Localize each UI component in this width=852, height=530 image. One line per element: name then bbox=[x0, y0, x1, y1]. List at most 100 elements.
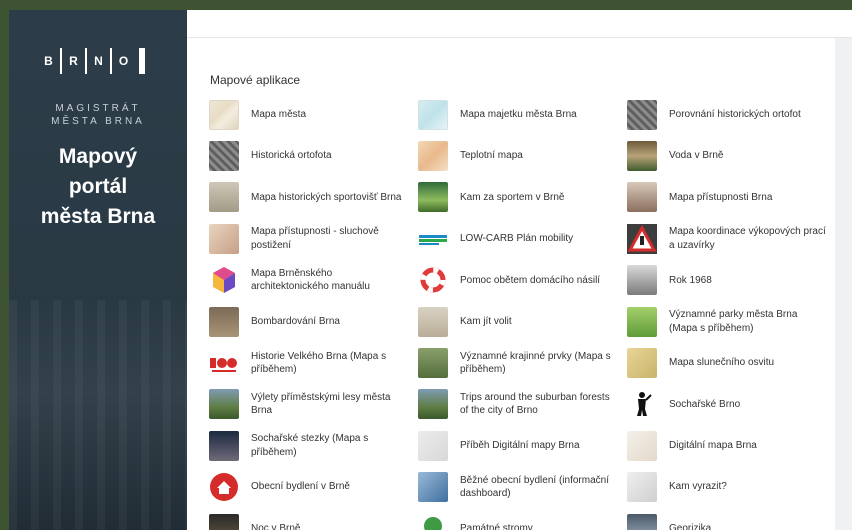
scrollbar[interactable] bbox=[835, 38, 852, 530]
app-label: Mapa slunečního osvitu bbox=[669, 357, 775, 369]
app-label: Mapa přístupnosti - sluchově postižení bbox=[251, 226, 379, 251]
app-label: Historie Velkého Brna (Mapa s příběhem) bbox=[251, 350, 387, 376]
ruins-thumb bbox=[209, 306, 239, 337]
logo-letter-o: O bbox=[118, 54, 129, 68]
dashboard-thumb bbox=[418, 472, 448, 503]
app-label: Sochařské stezky (Mapa s příběhem) bbox=[251, 433, 369, 458]
app-tile[interactable]: Historická ortofota bbox=[209, 135, 418, 176]
app-tile[interactable]: Digitální mapa Brna bbox=[627, 425, 836, 466]
statue-thumb bbox=[627, 389, 657, 420]
app-label: Digitální mapa Brna bbox=[669, 440, 757, 452]
app-tile[interactable]: Výlety příměstskými lesy města Brna bbox=[209, 384, 418, 425]
app-label: Sochařské Brno bbox=[669, 398, 741, 410]
app-tile[interactable]: Památné stromy bbox=[418, 508, 627, 530]
app-label: Mapa Brněnského architektonického manuál… bbox=[251, 267, 370, 293]
app-tile[interactable]: Příběh Digitální mapy Brna bbox=[418, 425, 627, 466]
night-statue-thumb bbox=[209, 430, 239, 461]
app-tile[interactable]: Mapa majetku města Brna bbox=[418, 94, 627, 135]
app-tile[interactable]: Mapa slunečního osvitu bbox=[627, 342, 836, 383]
app-tile[interactable]: Teplotní mapa bbox=[418, 135, 627, 176]
app-label: Památné stromy bbox=[460, 522, 533, 530]
app-tile[interactable]: Běžné obecní bydlení (informační dashboa… bbox=[418, 467, 627, 508]
app-label: Výlety příměstskými lesy města Brna bbox=[251, 391, 391, 417]
bam-hexagon-thumb bbox=[209, 265, 239, 296]
geo-thumb bbox=[627, 513, 657, 530]
app-label: Významné parky města Brna (Mapa s příběh… bbox=[669, 309, 798, 334]
ortho-thumb bbox=[209, 141, 239, 172]
app-label: Obecní bydlení v Brně bbox=[251, 481, 350, 493]
app-label: Příběh Digitální mapy Brna bbox=[460, 440, 580, 452]
app-tile[interactable]: Rok 1968 bbox=[627, 260, 836, 301]
house-icon-thumb bbox=[209, 472, 239, 503]
brno-logo[interactable]: B R N O bbox=[37, 48, 145, 74]
app-label: Noc v Brně bbox=[251, 522, 301, 530]
lowcarb-logo-thumb bbox=[418, 223, 448, 254]
app-tile[interactable]: Mapa Brněnského architektonického manuál… bbox=[209, 260, 418, 301]
app-tile[interactable]: Pomoc obětem domácího násilí bbox=[418, 260, 627, 301]
digital-map-thumb bbox=[627, 430, 657, 461]
app-tile[interactable]: Bombardování Brna bbox=[209, 301, 418, 342]
app-label: Mapa majetku města Brna bbox=[460, 108, 577, 120]
app-tile[interactable]: Mapa přístupnosti - sluchově postižení bbox=[209, 218, 418, 259]
app-tile[interactable]: Historie Velkého Brna (Mapa s příběhem) bbox=[209, 342, 418, 383]
map-thumb bbox=[209, 99, 239, 130]
stadium-thumb bbox=[209, 182, 239, 213]
ortho-thumb bbox=[627, 99, 657, 130]
apps-grid: Mapa města Mapa majetku města Brna Porov… bbox=[209, 94, 836, 530]
app-tile[interactable]: Kam jít volit bbox=[418, 301, 627, 342]
section-title: Mapové aplikace bbox=[210, 73, 301, 87]
app-tile[interactable]: Kam vyrazit? bbox=[627, 467, 836, 508]
app-tile[interactable]: Trips around the suburban forests of the… bbox=[418, 384, 627, 425]
app-tile[interactable]: Porovnání historických ortofot bbox=[627, 94, 836, 135]
portal-title: Mapový portál města Brna bbox=[40, 145, 156, 228]
app-label: Kam vyrazit? bbox=[669, 481, 727, 493]
person-thumb bbox=[627, 182, 657, 213]
app-tile[interactable]: Sochařské stezky (Mapa s příběhem) bbox=[209, 425, 418, 466]
app-tile[interactable]: Významné parky města Brna (Mapa s příběh… bbox=[627, 301, 836, 342]
app-label: Mapa přístupnosti Brna bbox=[669, 191, 773, 203]
forest-thumb bbox=[209, 389, 239, 420]
app-tile[interactable]: Noc v Brně bbox=[209, 508, 418, 530]
app-tile[interactable]: Georizika bbox=[627, 508, 836, 530]
app-label: Kam za sportem v Brně bbox=[460, 191, 565, 203]
river-thumb bbox=[418, 348, 448, 379]
main-content: Mapové aplikace Mapa města Mapa majetku … bbox=[187, 38, 835, 530]
app-label: Významné krajinné prvky (Mapa s příběhem… bbox=[460, 350, 611, 376]
app-tile[interactable]: Sochařské Brno bbox=[627, 384, 836, 425]
magistrat-label: MAGISTRÁT MĚSTA BRNA bbox=[51, 103, 145, 127]
sport-thumb bbox=[418, 182, 448, 213]
app-label: Bombardování Brna bbox=[251, 315, 340, 327]
ballot-thumb bbox=[418, 306, 448, 337]
app-tile[interactable]: Mapa města bbox=[209, 94, 418, 135]
app-tile[interactable]: Mapa koordinace výkopových prací a uzaví… bbox=[627, 218, 836, 259]
lifebuoy-thumb bbox=[418, 265, 448, 296]
app-tile[interactable]: Mapa historických sportovišť Brna bbox=[209, 177, 418, 218]
app-tile[interactable]: LOW-CARB Plán mobility bbox=[418, 218, 627, 259]
logo-letter-n: N bbox=[94, 54, 103, 68]
tree-thumb bbox=[418, 513, 448, 530]
app-tile[interactable]: Kam za sportem v Brně bbox=[418, 177, 627, 218]
app-label: Trips around the suburban forests of the… bbox=[460, 391, 610, 417]
old-photo-thumb bbox=[627, 265, 657, 296]
app-label: Pomoc obětem domácího násilí bbox=[460, 274, 601, 286]
water-thumb bbox=[627, 141, 657, 172]
kam-vyrazit-thumb bbox=[627, 472, 657, 503]
sidebar-background-photo bbox=[9, 300, 187, 530]
paper-map-thumb bbox=[418, 430, 448, 461]
park-thumb bbox=[627, 306, 657, 337]
velke-brno-logo-thumb bbox=[209, 348, 239, 379]
app-label: Mapa historických sportovišť Brna bbox=[251, 191, 402, 203]
sidebar: B R N O MAGISTRÁT MĚSTA BRNA Mapový port… bbox=[9, 10, 187, 530]
top-bar bbox=[187, 10, 852, 38]
app-label: Teplotní mapa bbox=[460, 150, 523, 162]
browser-frame: B R N O MAGISTRÁT MĚSTA BRNA Mapový port… bbox=[9, 10, 852, 530]
map-thumb bbox=[418, 99, 448, 130]
app-label: Běžné obecní bydlení (informační dashboa… bbox=[460, 474, 609, 500]
app-tile[interactable]: Obecní bydlení v Brně bbox=[209, 467, 418, 508]
forest-thumb bbox=[418, 389, 448, 420]
app-tile[interactable]: Voda v Brně bbox=[627, 135, 836, 176]
app-tile[interactable]: Mapa přístupnosti Brna bbox=[627, 177, 836, 218]
app-tile[interactable]: Významné krajinné prvky (Mapa s příběhem… bbox=[418, 342, 627, 383]
app-label: LOW-CARB Plán mobility bbox=[460, 233, 574, 245]
roadwork-sign-thumb bbox=[627, 223, 657, 254]
